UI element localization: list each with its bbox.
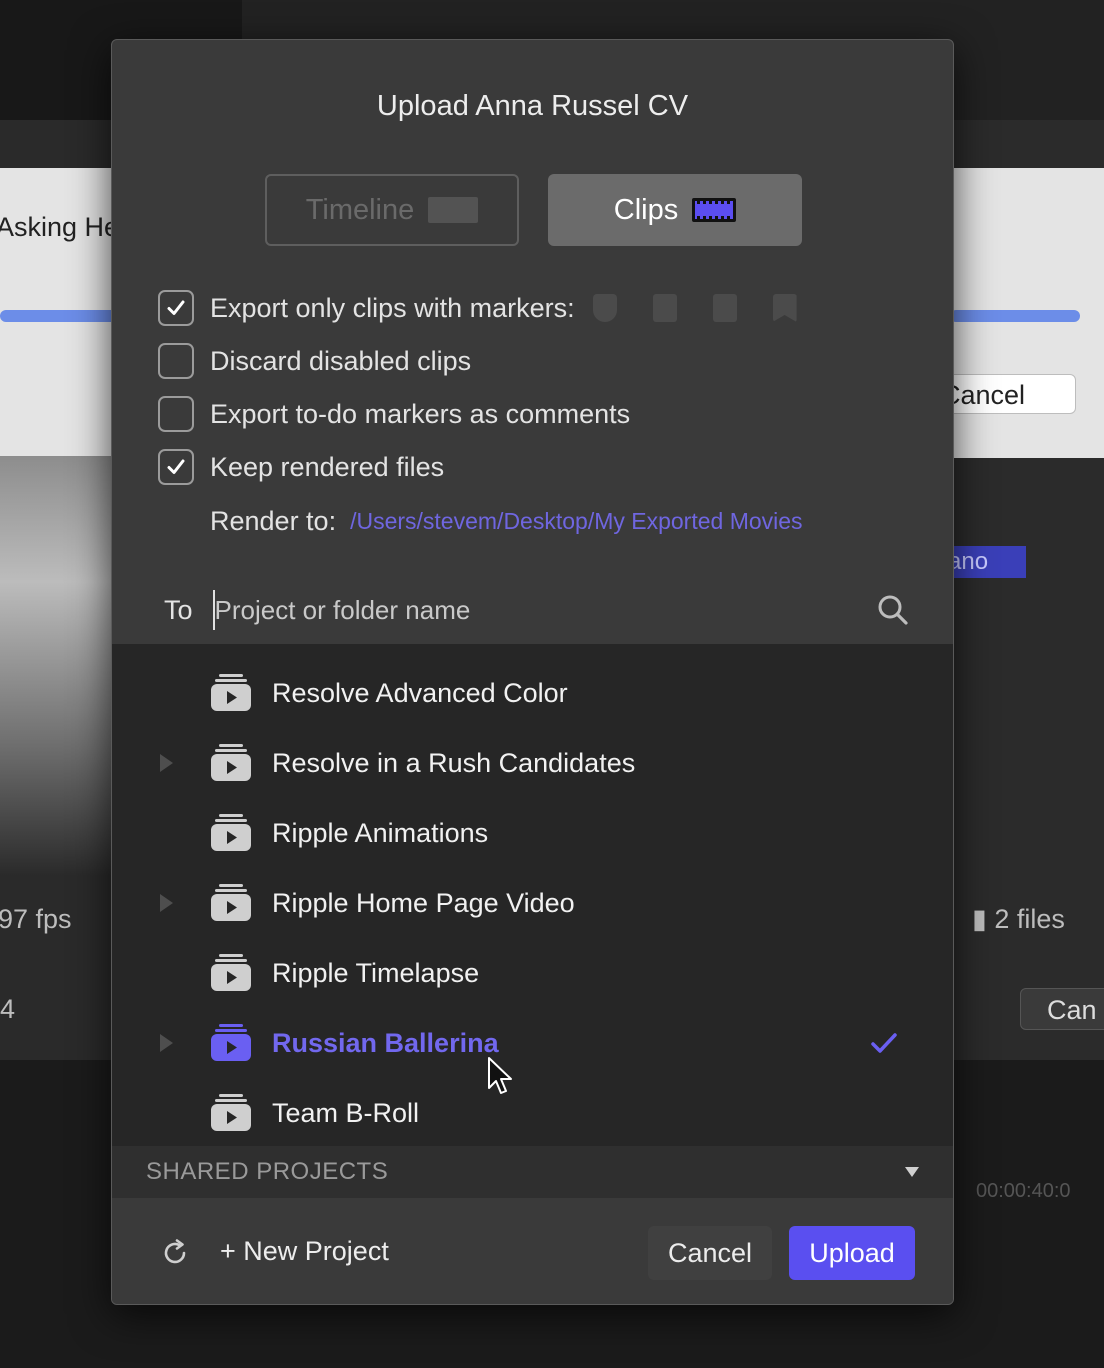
disclosure-triangle-icon[interactable] — [160, 1034, 173, 1052]
project-name: Team B-Roll — [272, 1097, 420, 1128]
standard-marker-icon[interactable] — [592, 294, 617, 322]
list-item[interactable]: Ripple Home Page Video — [112, 868, 953, 938]
list-item[interactable]: Team B-Roll — [112, 1078, 953, 1148]
option-label: Export to-do markers as comments — [210, 398, 631, 429]
dialog-footer: + New Project Cancel Upload — [112, 1198, 953, 1304]
project-search-input[interactable] — [214, 594, 815, 626]
background-sheet-title: Asking He — [0, 212, 120, 242]
option-label: Discard disabled clips — [210, 345, 472, 376]
project-icon — [211, 744, 251, 781]
background-timecode: 00:00:40:0 — [976, 1180, 1071, 1202]
background-files-label: 2 files — [994, 904, 1065, 934]
tab-timeline-label: Timeline — [305, 193, 415, 226]
chevron-down-icon[interactable] — [905, 1167, 919, 1177]
option-export-markers: Export only clips with markers: — [158, 290, 797, 326]
project-icon — [211, 884, 251, 921]
list-item[interactable]: Resolve Advanced Color — [112, 658, 953, 728]
marker-type-icons — [592, 294, 797, 322]
list-item[interactable]: Ripple Animations — [112, 798, 953, 868]
tab-clips-label: Clips — [613, 193, 679, 226]
option-label: Keep rendered files — [210, 451, 445, 482]
project-icon — [211, 1094, 251, 1131]
background-files-count: ▮ 2 files — [972, 904, 1065, 935]
shared-projects-header[interactable]: SHARED PROJECTS — [112, 1146, 953, 1198]
project-icon — [211, 674, 251, 711]
option-keep-rendered: Keep rendered files — [158, 449, 444, 485]
to-label: To — [164, 594, 193, 625]
checkbox-export-markers[interactable] — [158, 290, 194, 326]
project-name: Resolve Advanced Color — [272, 677, 568, 708]
list-item[interactable]: Ripple Timelapse — [112, 938, 953, 1008]
todo-marker-icon[interactable] — [712, 294, 737, 322]
disclosure-triangle-icon[interactable] — [160, 754, 173, 772]
project-list: Resolve Advanced Color Resolve in a Rush… — [112, 644, 953, 1146]
background-progress-bar-right — [950, 310, 1080, 322]
disclosure-triangle-icon[interactable] — [160, 894, 173, 912]
refresh-icon[interactable] — [160, 1238, 190, 1268]
option-export-todo: Export to-do markers as comments — [158, 396, 630, 432]
destination-search-bar: To — [112, 576, 953, 644]
new-project-button[interactable]: + New Project — [220, 1236, 389, 1267]
project-name: Ripple Animations — [272, 817, 489, 848]
checkbox-keep-rendered[interactable] — [158, 449, 194, 485]
mouse-cursor-icon — [488, 1057, 512, 1094]
project-icon — [211, 954, 251, 991]
render-to-label: Render to: — [210, 506, 337, 536]
project-name: Russian Ballerina — [272, 1027, 499, 1058]
shared-projects-label: SHARED PROJECTS — [146, 1158, 389, 1185]
tab-timeline[interactable]: Timeline — [265, 174, 519, 246]
checkbox-check-icon — [167, 459, 185, 474]
project-name: Resolve in a Rush Candidates — [272, 747, 636, 778]
checkbox-discard-disabled[interactable] — [158, 343, 194, 379]
project-icon — [211, 814, 251, 851]
chapter-marker-icon[interactable] — [652, 294, 677, 322]
completed-marker-icon[interactable] — [772, 294, 797, 322]
background-cancel-button-2: Can — [1020, 988, 1104, 1030]
render-to-row: Render to: /Users/stevem/Desktop/My Expo… — [210, 506, 803, 537]
checkbox-check-icon — [167, 300, 185, 315]
file-icon: ▮ — [972, 904, 987, 934]
checkmark-icon — [871, 1033, 897, 1053]
cancel-button[interactable]: Cancel — [648, 1226, 772, 1280]
project-name: Ripple Timelapse — [272, 957, 480, 988]
background-number: 4 — [0, 994, 16, 1024]
search-icon[interactable] — [877, 594, 909, 626]
background-fps: 97 fps — [0, 904, 72, 934]
dialog-title: Upload Anna Russel CV — [376, 90, 689, 122]
render-path-link[interactable]: /Users/stevem/Desktop/My Exported Movies — [350, 508, 802, 535]
upload-dialog: Upload Anna Russel CV Timeline Clips Exp… — [111, 39, 954, 1305]
option-discard-disabled: Discard disabled clips — [158, 343, 471, 379]
option-label: Export only clips with markers: — [210, 292, 575, 323]
project-icon — [211, 1024, 251, 1061]
timeline-icon — [428, 197, 479, 223]
list-item-selected[interactable]: Russian Ballerina — [112, 1008, 953, 1078]
upload-button[interactable]: Upload — [789, 1226, 915, 1280]
checkbox-export-todo[interactable] — [158, 396, 194, 432]
list-item[interactable]: Resolve in a Rush Candidates — [112, 728, 953, 798]
clips-icon — [692, 198, 737, 222]
project-name: Ripple Home Page Video — [272, 887, 575, 918]
tab-clips[interactable]: Clips — [548, 174, 802, 246]
